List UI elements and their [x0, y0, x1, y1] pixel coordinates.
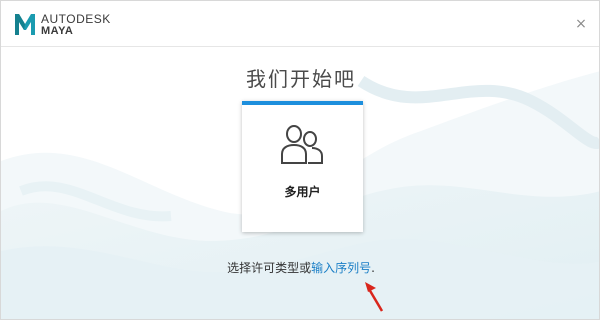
card-label: 多用户: [284, 185, 321, 199]
product-name: MAYA: [41, 25, 74, 37]
title-bar: AUTODESK MAYA ×: [1, 1, 599, 47]
enter-serial-link[interactable]: 输入序列号: [311, 261, 371, 275]
dialog-window: AUTODESK MAYA × 我们开始吧 多用户 选择许可类型或输入序列号.: [0, 0, 600, 320]
users-icon: [281, 125, 323, 164]
license-suffix: .: [371, 261, 375, 275]
license-prompt: 选择许可类型或输入序列号.: [1, 259, 599, 276]
annotation-arrow-icon: [365, 282, 384, 312]
maya-logo-icon: [15, 14, 35, 35]
close-button[interactable]: ×: [573, 16, 589, 32]
license-text: 选择许可类型或: [227, 261, 312, 275]
multi-user-card[interactable]: 多用户: [242, 101, 363, 232]
brand-name: AUTODESK: [41, 12, 111, 26]
page-title: 我们开始吧: [246, 67, 356, 91]
